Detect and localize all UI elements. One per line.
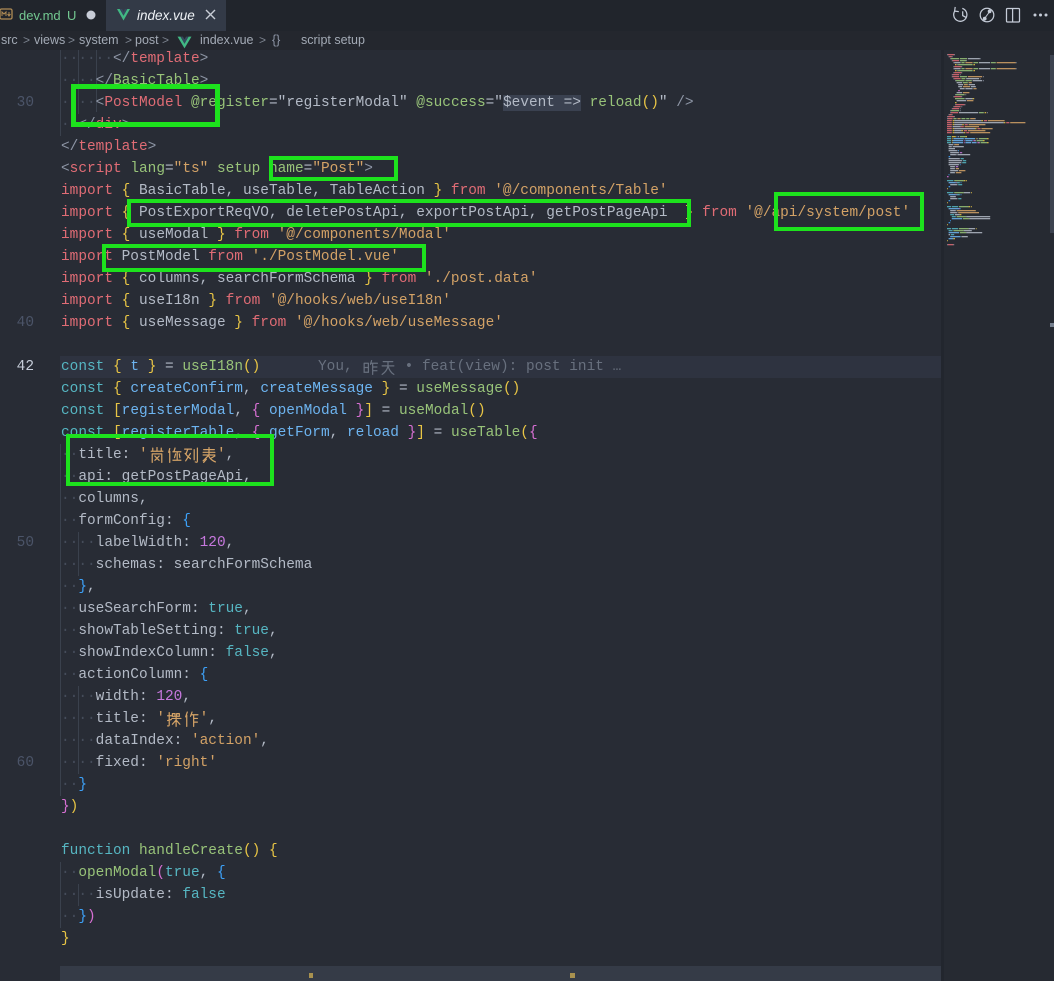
svg-text:U: U [67, 8, 76, 23]
svg-text:index.vue: index.vue [137, 8, 195, 23]
svg-text:dev.md: dev.md [19, 8, 61, 23]
